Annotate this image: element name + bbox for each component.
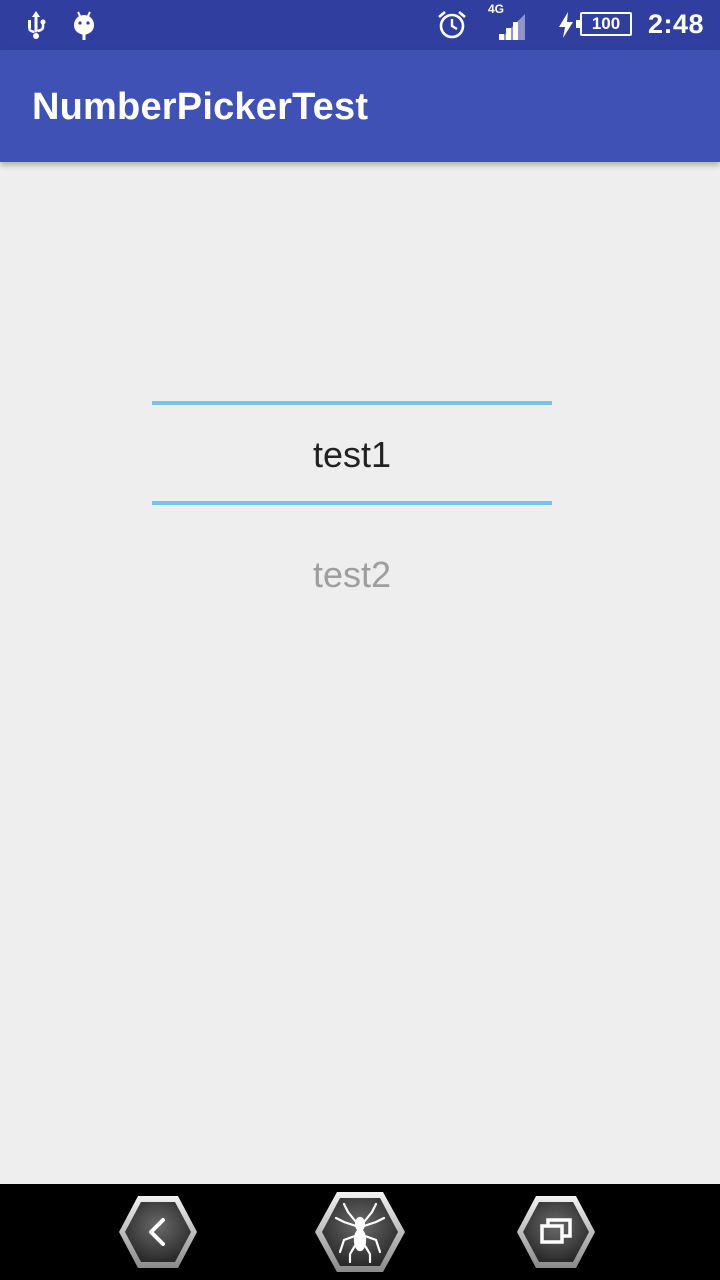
app-bar: NumberPickerTest [0,50,720,162]
battery-icon: 100 [576,12,632,36]
back-icon[interactable] [118,1194,198,1275]
status-bar: 4G 100 2:48 [0,0,720,50]
screen: 4G 100 2:48 NumberPickerTest test1 test2 [0,0,720,1280]
picker-selected-value[interactable]: test1 [152,434,552,476]
alarm-icon [436,8,468,42]
signal-icon [494,8,530,42]
picker-divider-top [152,401,552,405]
navigation-bar [0,1184,720,1280]
recents-icon[interactable] [516,1194,596,1275]
clock-time: 2:48 [647,9,704,39]
charging-icon [556,8,576,42]
usb-icon [22,8,50,42]
picker-next-value[interactable]: test2 [152,554,552,596]
picker-divider-bottom [152,501,552,505]
android-debug-icon [70,8,98,42]
app-title: NumberPickerTest [32,86,369,128]
home-spider-icon[interactable] [314,1190,406,1279]
number-picker[interactable]: test1 test2 [152,300,552,640]
